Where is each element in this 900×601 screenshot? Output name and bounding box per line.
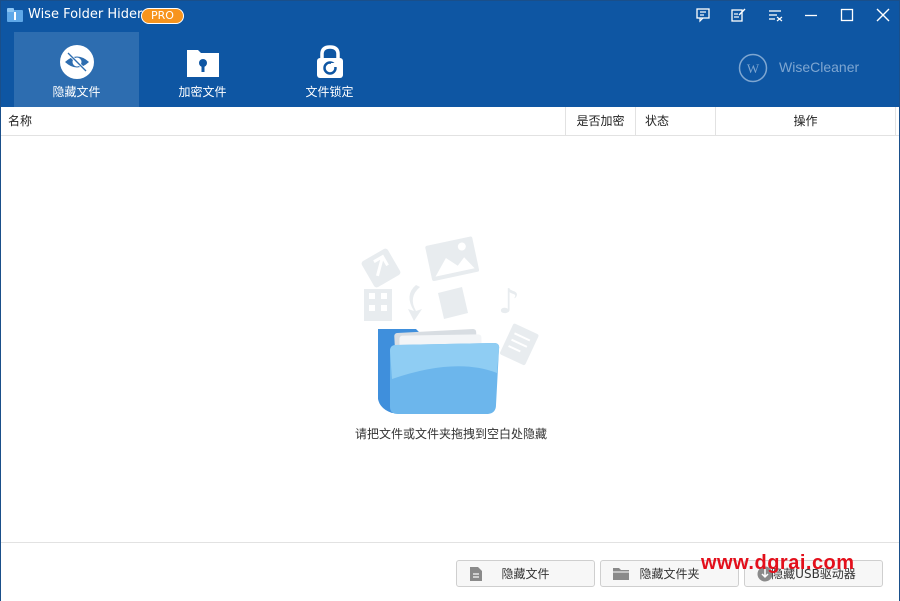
settings-menu-icon[interactable] bbox=[767, 7, 783, 23]
table-header: 名称 是否加密 状态 操作 bbox=[1, 107, 899, 136]
app-window: Wise Folder Hider PRO 隐藏文件 加密文件 文件锁定 W W… bbox=[0, 0, 900, 601]
tab-hide-files[interactable]: 隐藏文件 bbox=[14, 32, 139, 107]
app-title: Wise Folder Hider bbox=[28, 7, 143, 22]
drop-files-illustration: ♪ bbox=[361, 236, 539, 414]
wisecleaner-logo[interactable]: W WiseCleaner bbox=[737, 53, 867, 83]
column-encrypted[interactable]: 是否加密 bbox=[566, 107, 636, 135]
column-actions[interactable]: 操作 bbox=[716, 107, 896, 135]
feedback-icon[interactable] bbox=[695, 7, 711, 23]
maximize-icon[interactable] bbox=[839, 7, 855, 23]
padlock-icon bbox=[317, 45, 343, 78]
edit-note-icon[interactable] bbox=[730, 7, 746, 23]
column-name[interactable]: 名称 bbox=[1, 107, 566, 135]
locked-folder-icon bbox=[187, 50, 219, 77]
pro-badge[interactable]: PRO bbox=[141, 8, 184, 24]
close-icon[interactable] bbox=[875, 7, 891, 23]
column-status[interactable]: 状态 bbox=[636, 107, 716, 135]
minimize-icon[interactable] bbox=[803, 7, 819, 23]
app-folder-icon bbox=[7, 8, 23, 22]
title-bar[interactable]: Wise Folder Hider PRO bbox=[1, 1, 899, 29]
tab-file-lock[interactable]: 文件锁定 bbox=[267, 32, 392, 107]
header: Wise Folder Hider PRO 隐藏文件 加密文件 文件锁定 W W… bbox=[1, 1, 899, 107]
button-label: 隐藏文件 bbox=[501, 567, 550, 581]
drop-hint: 请把文件或文件夹拖拽到空白处隐藏 bbox=[354, 427, 547, 441]
watermark-text: www.dgrai.com bbox=[701, 552, 855, 574]
svg-text:W: W bbox=[747, 61, 760, 76]
brand-name: WiseCleaner bbox=[779, 59, 860, 75]
svg-text:♪: ♪ bbox=[498, 282, 520, 322]
hide-file-button[interactable]: 隐藏文件 bbox=[456, 560, 595, 587]
eye-hidden-icon bbox=[60, 45, 94, 79]
tab-encrypt-files[interactable]: 加密文件 bbox=[140, 32, 265, 107]
tab-label: 隐藏文件 bbox=[52, 85, 101, 99]
tab-label: 文件锁定 bbox=[305, 85, 354, 99]
wisecleaner-logo-icon: W bbox=[738, 53, 768, 83]
tab-label: 加密文件 bbox=[178, 85, 227, 99]
